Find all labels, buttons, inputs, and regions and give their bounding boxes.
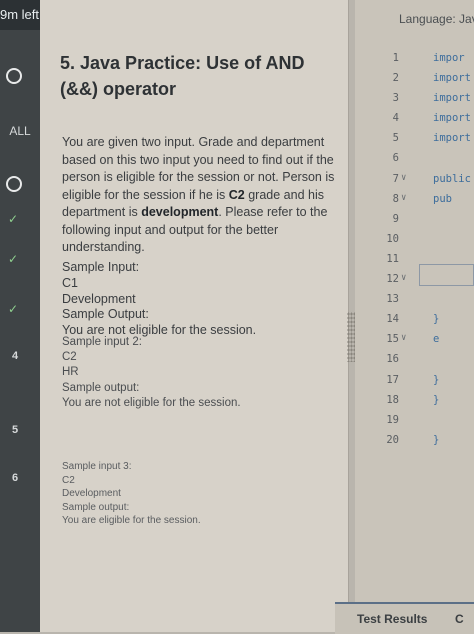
line-number: 19: [386, 413, 399, 426]
sample-input-value: Development: [62, 291, 136, 306]
line-number: 1: [392, 52, 399, 64]
code-text[interactable]: }: [433, 434, 439, 446]
line-number: 18: [386, 393, 399, 406]
question-number-6[interactable]: 6: [12, 472, 18, 484]
code-text[interactable]: import: [433, 72, 471, 84]
code-text[interactable]: pub: [433, 193, 452, 205]
code-line[interactable]: 16: [355, 353, 474, 373]
line-number: 10: [386, 232, 399, 245]
tab-test-results[interactable]: Test Results: [357, 612, 427, 626]
completed-check-icon[interactable]: ✓: [8, 252, 18, 266]
line-number: 13: [386, 293, 399, 306]
sample-block-2: Sample input 2: C2 HR Sample output: You…: [62, 335, 332, 411]
sample-input-label: Sample Input:: [62, 260, 140, 274]
bottom-tab-bar: Test Results C: [335, 602, 474, 634]
line-number: 7: [392, 172, 399, 185]
line-number: 2: [392, 72, 399, 85]
code-line[interactable]: 20}: [355, 434, 474, 454]
code-text[interactable]: import: [433, 112, 471, 124]
completed-check-icon[interactable]: ✓: [8, 212, 18, 226]
code-line[interactable]: 10: [355, 233, 474, 253]
code-line[interactable]: 19: [355, 414, 474, 434]
line-number: 16: [386, 353, 399, 366]
code-line[interactable]: 1 impor: [355, 52, 474, 72]
fold-chevron-icon[interactable]: ∨: [401, 173, 406, 183]
sample-output-value: You are eligible for the session.: [62, 515, 201, 526]
sample-input-value: HR: [62, 366, 79, 379]
code-text[interactable]: e: [433, 333, 439, 345]
code-text[interactable]: import: [433, 132, 471, 144]
filter-all[interactable]: ALL: [0, 124, 40, 138]
tab-next[interactable]: C: [455, 612, 464, 626]
line-number: 9: [392, 212, 399, 225]
sample-output-label: Sample output:: [62, 381, 140, 394]
sample-input-label: Sample input 2:: [62, 336, 142, 348]
sample-block-1: Sample Input: C1 Development Sample Outp…: [62, 260, 332, 339]
sample-output-value: You are not eligible for the session.: [62, 396, 241, 409]
question-number-5[interactable]: 5: [12, 424, 18, 436]
sample-output-label: Sample output:: [62, 501, 130, 513]
question-number-4[interactable]: 4: [12, 350, 18, 362]
fold-chevron-icon[interactable]: ∨: [401, 273, 406, 283]
line-number: 17: [386, 373, 399, 386]
code-line[interactable]: 5 import: [355, 132, 474, 152]
fold-chevron-icon[interactable]: ∨: [401, 193, 406, 203]
line-number: 12: [386, 273, 399, 286]
sample-block-3: Sample input 3: C2 Development Sample ou…: [62, 460, 332, 528]
flag-icon[interactable]: [6, 68, 22, 84]
code-text[interactable]: impor: [433, 52, 465, 64]
language-selector[interactable]: Language: Jav: [399, 12, 474, 26]
code-line[interactable]: 3 import: [355, 92, 474, 112]
line-number: 5: [392, 132, 399, 145]
code-text[interactable]: }: [433, 313, 439, 325]
sample-input-value: C2: [62, 351, 77, 364]
code-text[interactable]: public: [433, 173, 471, 185]
code-line[interactable]: 2 import: [355, 72, 474, 92]
code-line[interactable]: 14}: [355, 313, 474, 333]
line-number: 4: [392, 112, 399, 125]
code-line[interactable]: 15 ∨ e: [355, 333, 474, 353]
line-number: 15: [386, 333, 399, 346]
completed-check-icon[interactable]: ✓: [8, 302, 18, 316]
code-editor[interactable]: Language: Jav 1 impor 2 import 3 import 4 impor…: [355, 0, 474, 632]
sample-output-label: Sample Output:: [62, 307, 149, 322]
code-line[interactable]: 9: [355, 213, 474, 233]
sample-input-value: Development: [62, 488, 121, 499]
code-line[interactable]: 13: [355, 293, 474, 313]
fold-chevron-icon[interactable]: ∨: [401, 333, 406, 343]
code-line[interactable]: 8 ∨ pub: [355, 193, 474, 213]
question-description: You are given two input. Grade and depar…: [62, 135, 335, 254]
question-sidebar: 9m left ALL ✓ ✓ ✓ 4 5 6: [0, 0, 40, 632]
code-line[interactable]: 4 import: [355, 112, 474, 132]
line-number: 11: [386, 252, 399, 265]
sample-input-value: C2: [62, 474, 75, 486]
line-number: 8: [392, 192, 399, 205]
code-line[interactable]: 6: [355, 152, 474, 172]
code-line[interactable]: 17}: [355, 374, 474, 394]
line-number: 14: [386, 313, 399, 326]
code-line[interactable]: 7 ∨ public: [355, 173, 474, 193]
line-number: 6: [392, 152, 399, 165]
code-line[interactable]: 18}: [355, 394, 474, 414]
sample-input-label: Sample input 3:: [62, 461, 132, 472]
line-number: 20: [386, 433, 399, 446]
sample-input-value: C1: [62, 275, 78, 290]
code-text[interactable]: import: [433, 92, 471, 104]
question-title: 5. Java Practice: Use of AND (&&) operat…: [60, 53, 305, 99]
autocomplete-box: [419, 264, 474, 286]
code-text[interactable]: }: [433, 394, 439, 406]
line-number: 3: [392, 92, 399, 105]
info-icon[interactable]: [6, 176, 22, 192]
editor-lines[interactable]: 1 impor 2 import 3 import 4 import 5 import 6 7 ∨ pub…: [355, 52, 474, 454]
code-text[interactable]: }: [433, 374, 439, 386]
resize-handle[interactable]: [347, 312, 355, 362]
timer-badge: 9m left: [0, 0, 40, 30]
